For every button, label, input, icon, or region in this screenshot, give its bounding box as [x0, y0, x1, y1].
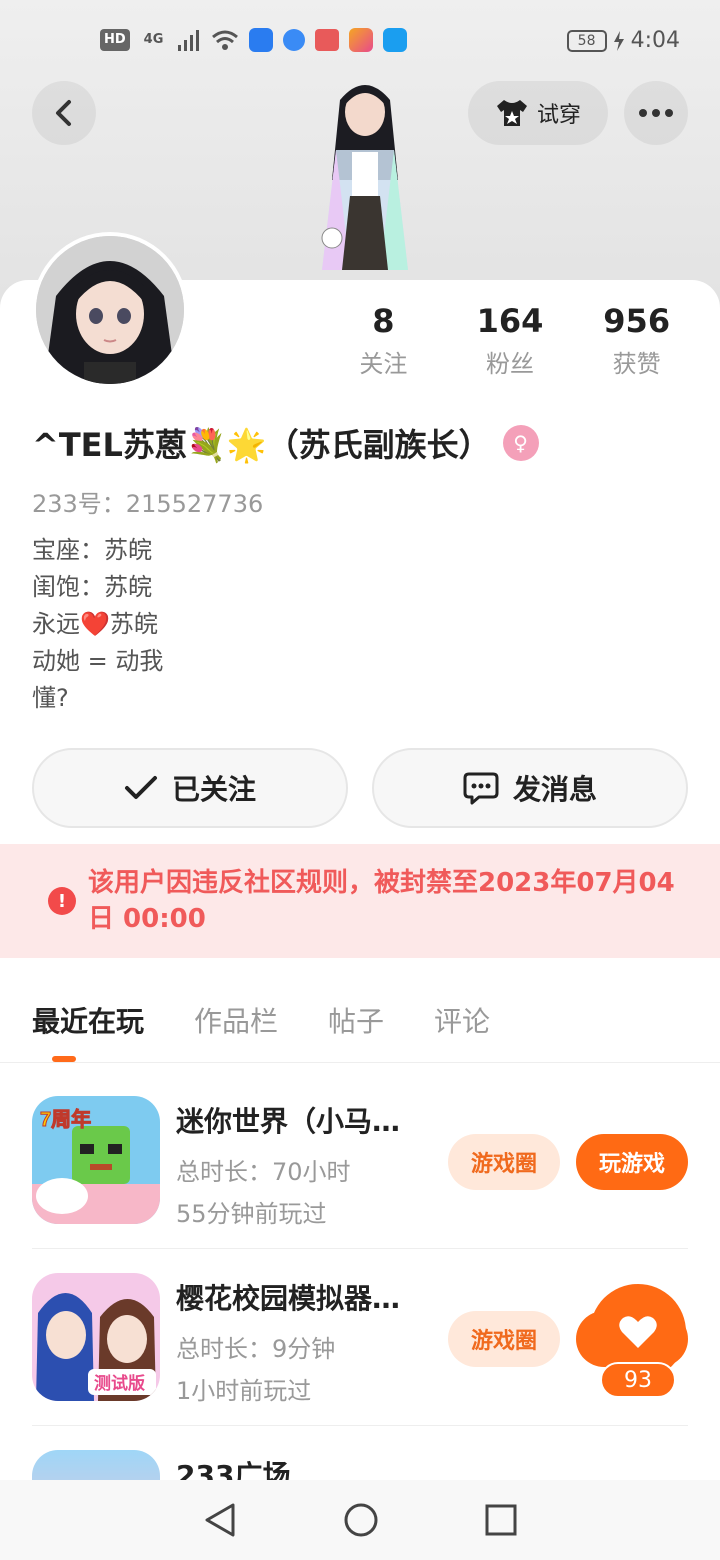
status-bar: HD 4G 58 4:04 — [0, 26, 720, 62]
ban-notice: ! 该用户因违反社区规则，被封禁至2023年07月04日 00:00 — [0, 844, 720, 958]
heart-icon — [619, 1316, 657, 1348]
app-notif-icon — [249, 28, 274, 52]
game-last-played: 55分钟前玩过 — [176, 1200, 327, 1228]
game-circle-button[interactable]: 游戏圈 — [448, 1134, 560, 1190]
following-button[interactable]: 已关注 — [32, 748, 348, 828]
try-on-button[interactable]: 试穿 — [468, 81, 608, 145]
tab-recently-played[interactable]: 最近在玩 — [32, 1000, 144, 1040]
game-icon — [32, 1450, 160, 1480]
nav-recents-icon[interactable] — [485, 1504, 517, 1536]
game-icon: 7周年 — [32, 1096, 160, 1224]
game-list-item[interactable]: 7周年 迷你世界（小马… 总时长：70小时 55分钟前玩过 游戏圈 玩游戏 — [32, 1064, 688, 1240]
name-row: ^TEL苏蒽💐🌟（苏氏副族长） ♀ — [32, 420, 539, 466]
chevron-left-icon — [56, 100, 71, 126]
fans-count: 164 — [476, 302, 544, 340]
profile-stats: 8 关注 164 粉丝 956 获赞 — [320, 302, 700, 379]
bio-line: 闺饱：苏皖 — [32, 573, 152, 601]
game-title: 樱花校园模拟器… — [176, 1282, 401, 1315]
shirt-icon — [496, 100, 527, 126]
likes-count: 956 — [603, 302, 671, 340]
game-list-item[interactable]: 233广场 — [32, 1418, 688, 1480]
game-duration: 总时长：9分钟 — [176, 1335, 336, 1363]
bio-line: 永远❤️苏皖 — [32, 610, 158, 638]
tab-posts[interactable]: 帖子 — [328, 1000, 384, 1040]
icon-badge-text: 7周年 — [40, 1107, 91, 1131]
tabs-divider — [0, 1062, 720, 1063]
username: ^TEL苏蒽💐🌟（苏氏副族长） — [32, 426, 491, 464]
icon-badge-text: 测试版 — [94, 1373, 145, 1393]
chat-bubble-icon — [463, 772, 499, 805]
bio-line: 宝座：苏皖 — [32, 536, 152, 564]
stat-following[interactable]: 8 关注 — [320, 302, 447, 379]
tab-comments[interactable]: 评论 — [434, 1000, 490, 1040]
avatar[interactable] — [32, 232, 188, 388]
game-title: 233广场 — [176, 1459, 291, 1480]
likes-label: 获赞 — [612, 350, 661, 378]
profile-tabs: 最近在玩 作品栏 帖子 评论 — [32, 1000, 490, 1040]
following-count: 8 — [372, 302, 395, 340]
alert-icon: ! — [48, 887, 76, 915]
game-duration: 总时长：70小时 — [176, 1158, 351, 1186]
more-options-button[interactable] — [624, 81, 688, 145]
charging-icon — [613, 30, 624, 51]
network-type: 4G — [143, 32, 164, 47]
bio: 宝座：苏皖 闺饱：苏皖 永远❤️苏皖 动她 = 动我 懂? — [32, 532, 163, 717]
message-button[interactable]: 发消息 — [372, 748, 688, 828]
bio-line: 懂? — [32, 684, 69, 712]
tab-works[interactable]: 作品栏 — [194, 1000, 278, 1040]
gift-icon — [315, 29, 340, 51]
stat-likes[interactable]: 956 获赞 — [573, 302, 700, 379]
wifi-icon — [212, 30, 239, 50]
nav-home-icon[interactable] — [343, 1502, 379, 1538]
avatar-image — [36, 236, 184, 384]
user-id: 233号：215527736 — [32, 490, 264, 518]
browser-icon — [283, 29, 306, 51]
battery-indicator: 58 — [566, 29, 607, 52]
nav-back-icon[interactable] — [203, 1502, 237, 1538]
following-label: 关注 — [359, 350, 408, 378]
fans-label: 粉丝 — [486, 350, 534, 378]
system-nav-bar — [0, 1480, 720, 1560]
bio-line: 动她 = 动我 — [32, 647, 164, 675]
play-game-button[interactable]: 玩游戏 — [576, 1134, 688, 1190]
app2-icon — [349, 28, 374, 52]
female-icon: ♀ — [502, 425, 539, 461]
stat-fans[interactable]: 164 粉丝 — [447, 302, 574, 379]
game-title: 迷你世界（小马… — [176, 1105, 401, 1138]
more-dots-icon — [639, 109, 673, 117]
message-button-label: 发消息 — [512, 773, 597, 806]
back-button[interactable] — [32, 81, 96, 145]
like-count: 93 — [600, 1362, 676, 1398]
signal-icon — [178, 30, 200, 51]
game-circle-button[interactable]: 游戏圈 — [448, 1311, 560, 1367]
ban-notice-text: 该用户因违反社区规则，被封禁至2023年07月04日 00:00 — [88, 868, 675, 934]
hd-badge: HD — [100, 29, 130, 51]
game-icon: 测试版 — [32, 1273, 160, 1401]
avatar-character-figure — [321, 85, 408, 270]
search-app-icon — [383, 28, 408, 52]
game-last-played: 1小时前玩过 — [176, 1377, 312, 1405]
try-on-label: 试穿 — [536, 103, 581, 128]
checkmark-icon — [124, 776, 157, 799]
clock: 4:04 — [630, 28, 680, 53]
following-button-label: 已关注 — [171, 773, 256, 806]
